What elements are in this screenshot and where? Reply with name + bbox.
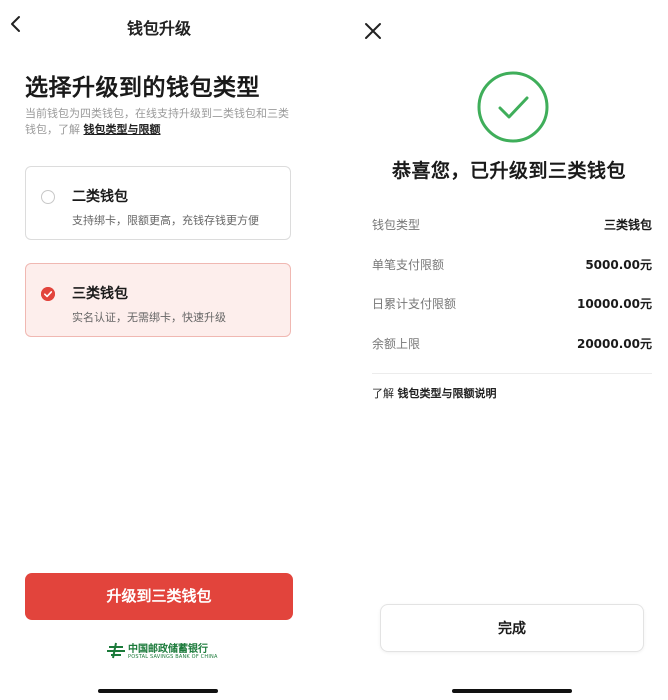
page-title: 选择升级到的钱包类型 bbox=[25, 75, 260, 101]
upgrade-button[interactable]: 升级到三类钱包 bbox=[25, 573, 293, 620]
success-screen: 恭喜您，已升级到三类钱包 钱包类型 三类钱包 单笔支付限额 5000.00元 日… bbox=[350, 0, 668, 700]
bank-name-en: POSTAL SAVINGS BANK OF CHINA bbox=[128, 654, 218, 660]
detail-label: 单笔支付限额 bbox=[372, 258, 445, 272]
wallet-option-desc: 支持绑卡，限额更高，充钱存钱更方便 bbox=[72, 214, 259, 227]
wallet-option-type3[interactable]: 三类钱包 实名认证，无需绑卡，快速升级 bbox=[25, 263, 291, 337]
detail-value: 5000.00元 bbox=[585, 258, 652, 272]
bank-emblem-icon bbox=[107, 642, 125, 659]
detail-label: 钱包类型 bbox=[372, 218, 421, 232]
check-circle-icon bbox=[477, 71, 549, 143]
detail-label: 日累计支付限额 bbox=[372, 297, 457, 311]
learn-limits-link[interactable]: 了解 钱包类型与限额说明 bbox=[372, 385, 497, 401]
bank-name-cn: 中国邮政储蓄银行 bbox=[128, 644, 208, 655]
detail-row-wallet-type: 钱包类型 三类钱包 bbox=[372, 216, 652, 236]
radio-checked-icon[interactable] bbox=[41, 287, 55, 301]
wallet-types-link[interactable]: 钱包类型与限额 bbox=[84, 123, 161, 136]
detail-value: 三类钱包 bbox=[603, 218, 652, 232]
upgrade-screen: 钱包升级 选择升级到的钱包类型 当前钱包为四类钱包，在线支持升级到二类钱包和三类… bbox=[0, 0, 318, 700]
wallet-option-desc: 实名认证，无需绑卡，快速升级 bbox=[72, 311, 226, 324]
divider bbox=[372, 373, 652, 374]
bank-logo: 中国邮政储蓄银行 POSTAL SAVINGS BANK OF CHINA bbox=[106, 640, 218, 664]
success-title: 恭喜您，已升级到三类钱包 bbox=[391, 160, 626, 182]
detail-value: 20000.00元 bbox=[576, 337, 652, 351]
close-icon[interactable] bbox=[362, 20, 384, 42]
wallet-option-type2[interactable]: 二类钱包 支持绑卡，限额更高，充钱存钱更方便 bbox=[25, 166, 291, 240]
radio-unchecked-icon[interactable] bbox=[41, 190, 55, 204]
detail-row-single-limit: 单笔支付限额 5000.00元 bbox=[372, 256, 652, 276]
wallet-option-title: 三类钱包 bbox=[72, 286, 128, 302]
detail-label: 余额上限 bbox=[372, 337, 421, 351]
detail-row-balance-limit: 余额上限 20000.00元 bbox=[372, 335, 652, 355]
detail-value: 10000.00元 bbox=[576, 297, 652, 311]
page-subtitle: 当前钱包为四类钱包，在线支持升级到二类钱包和三类钱包，了解 钱包类型与限额 bbox=[25, 106, 293, 138]
detail-row-daily-limit: 日累计支付限额 10000.00元 bbox=[372, 295, 652, 315]
nav-title: 钱包升级 bbox=[126, 19, 191, 38]
done-button[interactable]: 完成 bbox=[380, 604, 644, 652]
home-indicator bbox=[452, 689, 572, 693]
home-indicator bbox=[98, 689, 218, 693]
learn-prefix: 了解 bbox=[372, 387, 398, 400]
learn-link-text[interactable]: 钱包类型与限额说明 bbox=[398, 387, 497, 400]
wallet-option-title: 二类钱包 bbox=[72, 189, 128, 205]
